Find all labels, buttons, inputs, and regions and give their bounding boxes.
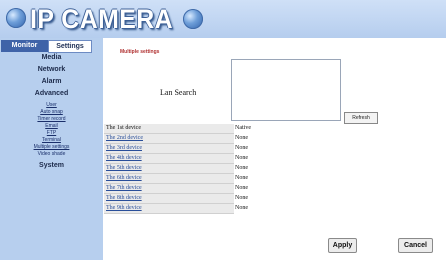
device-status: None [235,165,248,171]
page-title: Multiple settings [120,49,160,55]
device-row: The 5th device None [104,164,334,174]
sidebar-item-system[interactable]: System [0,162,103,169]
sidebar-subitem-video-shade[interactable]: Video shade [0,151,103,157]
globe-icon [6,8,26,28]
sidebar-subitem-terminal[interactable]: Terminal [0,137,103,143]
device-row: The 1st device Native [104,124,334,134]
device-name[interactable]: The 8th device [104,194,234,204]
app-root: IP CAMERA Monitor Settings Media Network… [0,0,446,260]
device-row: The 9th device None [104,204,334,214]
lan-search-label: Lan Search [160,88,197,97]
device-status: None [235,145,248,151]
sidebar-subitem-email[interactable]: Email [0,123,103,129]
device-status: Native [235,125,251,131]
device-name[interactable]: The 1st device [104,124,234,134]
refresh-button[interactable]: Refresh [344,112,378,124]
sidebar-subitem-auto-snap[interactable]: Auto snap [0,109,103,115]
device-status: None [235,135,248,141]
device-status: None [235,205,248,211]
apply-button[interactable]: Apply [328,238,357,253]
globe-icon [183,9,203,29]
device-status: None [235,185,248,191]
device-status: None [235,155,248,161]
header-banner: IP CAMERA [0,0,446,38]
device-row: The 3rd device None [104,144,334,154]
lan-search-results-list[interactable] [231,59,341,121]
sidebar-subitem-user[interactable]: User [0,102,103,108]
device-name[interactable]: The 4th device [104,154,234,164]
sidebar-subitem-ftp[interactable]: FTP [0,130,103,136]
sidebar-subitem-timer-record[interactable]: Timer record [0,116,103,122]
device-name[interactable]: The 6th device [104,174,234,184]
sidebar: Monitor Settings Media Network Alarm Adv… [0,38,103,260]
device-row: The 4th device None [104,154,334,164]
device-status: None [235,195,248,201]
device-name[interactable]: The 5th device [104,164,234,174]
device-row: The 7th device None [104,184,334,194]
device-name[interactable]: The 3rd device [104,144,234,154]
tab-settings[interactable]: Settings [48,40,92,53]
tab-monitor[interactable]: Monitor [1,40,48,52]
sidebar-tabs: Monitor Settings [1,40,102,53]
brand-logo-text: IP CAMERA [30,4,174,34]
device-status: None [235,175,248,181]
sidebar-subitem-multiple-settings[interactable]: Multiple settings [0,144,103,150]
device-row: The 8th device None [104,194,334,204]
sidebar-item-advanced[interactable]: Advanced [0,90,103,97]
sidebar-item-network[interactable]: Network [0,66,103,73]
device-name[interactable]: The 2nd device [104,134,234,144]
sidebar-item-alarm[interactable]: Alarm [0,78,103,85]
sidebar-item-media[interactable]: Media [0,54,103,61]
device-row: The 2nd device None [104,134,334,144]
device-name[interactable]: The 7th device [104,184,234,194]
device-row: The 6th device None [104,174,334,184]
device-name[interactable]: The 9th device [104,204,234,214]
cancel-button[interactable]: Cancel [398,238,433,253]
